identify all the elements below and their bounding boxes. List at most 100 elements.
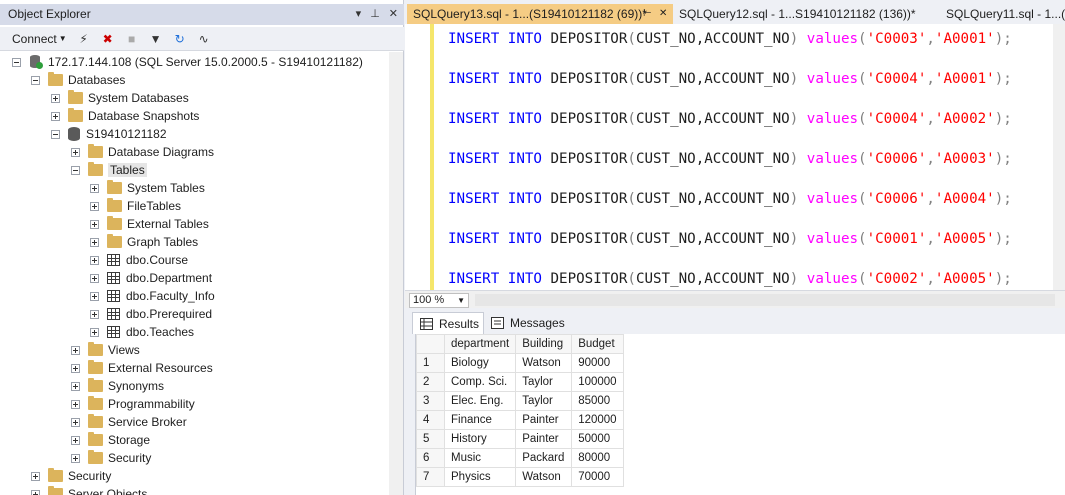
tab-sqlquery11[interactable]: SQLQuery11.sql - 1...(S bbox=[940, 4, 1065, 24]
expand-icon[interactable] bbox=[71, 147, 80, 157]
grid-cell[interactable]: Elec. Eng. bbox=[443, 391, 517, 411]
grid-cell[interactable]: Music bbox=[443, 448, 517, 468]
tree-node-filetables[interactable]: FileTables bbox=[90, 197, 181, 215]
tree-node-database-diagrams[interactable]: Database Diagrams bbox=[71, 143, 214, 161]
table-row[interactable]: 7 Physics Watson 70000 bbox=[416, 467, 625, 487]
expand-icon[interactable] bbox=[71, 453, 80, 463]
tab-results[interactable]: Results bbox=[412, 312, 484, 334]
tree-node-programmability[interactable]: Programmability bbox=[71, 395, 195, 413]
grid-cell[interactable]: Painter bbox=[515, 429, 573, 449]
expand-icon[interactable] bbox=[71, 417, 80, 427]
row-number-cell[interactable]: 5 bbox=[416, 429, 445, 449]
expand-icon[interactable] bbox=[90, 309, 99, 319]
tree-scrollbar[interactable] bbox=[389, 52, 403, 495]
refresh-icon[interactable]: ↻ bbox=[173, 32, 187, 46]
table-row[interactable]: 4 Finance Painter 120000 bbox=[416, 410, 625, 430]
grid-cell[interactable]: Taylor bbox=[515, 391, 573, 411]
row-number-cell[interactable]: 1 bbox=[416, 353, 445, 373]
table-row[interactable]: 6 Music Packard 80000 bbox=[416, 448, 625, 468]
table-row[interactable]: 5 History Painter 50000 bbox=[416, 429, 625, 449]
tree-node-table-department[interactable]: dbo.Department bbox=[90, 269, 212, 287]
tab-messages[interactable]: Messages bbox=[484, 312, 565, 334]
expand-icon[interactable] bbox=[90, 273, 99, 283]
code-editor[interactable]: INSERT INTO DEPOSITOR(CUST_NO,ACCOUNT_NO… bbox=[405, 24, 1065, 290]
grid-cell[interactable]: 80000 bbox=[571, 448, 625, 468]
tree-node-security[interactable]: Security bbox=[31, 467, 111, 485]
code-line[interactable]: INSERT INTO DEPOSITOR(CUST_NO,ACCOUNT_NO… bbox=[448, 230, 1012, 248]
table-row[interactable]: 3 Elec. Eng. Taylor 85000 bbox=[416, 391, 625, 411]
row-number-cell[interactable]: 3 bbox=[416, 391, 445, 411]
collapse-icon[interactable] bbox=[71, 165, 80, 175]
disconnect-icon[interactable]: ✖ bbox=[101, 32, 115, 46]
close-icon[interactable]: ✕ bbox=[389, 4, 398, 25]
grid-cell[interactable]: Watson bbox=[515, 467, 573, 487]
collapse-icon[interactable] bbox=[31, 75, 40, 85]
expand-icon[interactable] bbox=[71, 381, 80, 391]
column-header[interactable]: department bbox=[443, 334, 517, 354]
expand-icon[interactable] bbox=[90, 255, 99, 265]
filter-icon[interactable]: ▼ bbox=[149, 32, 163, 46]
results-grid[interactable]: department Building Budget 1 Biology Watso… bbox=[416, 334, 625, 487]
tree-node-table-teaches[interactable]: dbo.Teaches bbox=[90, 323, 194, 341]
code-line[interactable]: INSERT INTO DEPOSITOR(CUST_NO,ACCOUNT_NO… bbox=[448, 190, 1012, 208]
grid-cell[interactable]: 120000 bbox=[571, 410, 625, 430]
table-row[interactable]: 1 Biology Watson 90000 bbox=[416, 353, 625, 373]
row-number-cell[interactable]: 2 bbox=[416, 372, 445, 392]
tree-node-server-objects[interactable]: Server Objects bbox=[31, 485, 147, 495]
pin-icon[interactable]: ⊥ bbox=[370, 4, 380, 25]
code-line[interactable]: INSERT INTO DEPOSITOR(CUST_NO,ACCOUNT_NO… bbox=[448, 30, 1012, 48]
expand-icon[interactable] bbox=[90, 291, 99, 301]
tree-node-external-resources[interactable]: External Resources bbox=[71, 359, 213, 377]
tree-node-external-tables[interactable]: External Tables bbox=[90, 215, 209, 233]
expand-icon[interactable] bbox=[31, 489, 40, 495]
zoom-dropdown[interactable]: 100 % ▼ bbox=[409, 293, 469, 308]
grid-cell[interactable]: Biology bbox=[443, 353, 517, 373]
tree-node-storage[interactable]: Storage bbox=[71, 431, 150, 449]
tree-node-graph-tables[interactable]: Graph Tables bbox=[90, 233, 198, 251]
tab-sqlquery12[interactable]: SQLQuery12.sql - 1...S19410121182 (136))… bbox=[673, 4, 935, 24]
tree-node-databases[interactable]: Databases bbox=[31, 71, 125, 89]
expand-icon[interactable] bbox=[71, 399, 80, 409]
grid-cell[interactable]: Painter bbox=[515, 410, 573, 430]
editor-scrollbar[interactable] bbox=[1053, 24, 1065, 290]
tree-node-tables[interactable]: Tables bbox=[71, 161, 147, 179]
tree-node-table-faculty-info[interactable]: dbo.Faculty_Info bbox=[90, 287, 215, 305]
grid-cell[interactable]: 85000 bbox=[571, 391, 625, 411]
editor-horizontal-scrollbar[interactable] bbox=[475, 294, 1055, 306]
expand-icon[interactable] bbox=[90, 237, 99, 247]
grid-cell[interactable]: History bbox=[443, 429, 517, 449]
grid-cell[interactable]: Taylor bbox=[515, 372, 573, 392]
dropdown-icon[interactable]: ▾ bbox=[356, 4, 362, 25]
tree-node-db-security[interactable]: Security bbox=[71, 449, 151, 467]
tree-node-database[interactable]: S19410121182 bbox=[51, 125, 167, 143]
table-row[interactable]: 2 Comp. Sci. Taylor 100000 bbox=[416, 372, 625, 392]
expand-icon[interactable] bbox=[71, 345, 80, 355]
tree-node-table-prerequired[interactable]: dbo.Prerequired bbox=[90, 305, 212, 323]
plug-icon[interactable]: ⚡ bbox=[77, 32, 91, 46]
grid-cell[interactable]: 50000 bbox=[571, 429, 625, 449]
tree-node-database-snapshots[interactable]: Database Snapshots bbox=[51, 107, 199, 125]
grid-cell[interactable]: Watson bbox=[515, 353, 573, 373]
expand-icon[interactable] bbox=[51, 93, 60, 103]
tree-node-synonyms[interactable]: Synonyms bbox=[71, 377, 164, 395]
grid-cell[interactable]: 70000 bbox=[571, 467, 625, 487]
row-number-cell[interactable]: 6 bbox=[416, 448, 445, 468]
expand-icon[interactable] bbox=[31, 471, 40, 481]
grid-cell[interactable]: 100000 bbox=[571, 372, 625, 392]
column-header[interactable]: Budget bbox=[571, 334, 625, 354]
expand-icon[interactable] bbox=[90, 327, 99, 337]
tree-node-table-course[interactable]: dbo.Course bbox=[90, 251, 188, 269]
grid-cell[interactable]: 90000 bbox=[571, 353, 625, 373]
column-header[interactable]: Building bbox=[515, 334, 573, 354]
tree-node-system-databases[interactable]: System Databases bbox=[51, 89, 189, 107]
grid-cell[interactable]: Finance bbox=[443, 410, 517, 430]
expand-icon[interactable] bbox=[90, 183, 99, 193]
code-line[interactable]: INSERT INTO DEPOSITOR(CUST_NO,ACCOUNT_NO… bbox=[448, 70, 1012, 88]
code-line[interactable]: INSERT INTO DEPOSITOR(CUST_NO,ACCOUNT_NO… bbox=[448, 270, 1012, 288]
grid-cell[interactable]: Physics bbox=[443, 467, 517, 487]
activity-icon[interactable]: ∿ bbox=[197, 32, 211, 46]
expand-icon[interactable] bbox=[51, 111, 60, 121]
tree-node-service-broker[interactable]: Service Broker bbox=[71, 413, 187, 431]
stop-icon[interactable]: ■ bbox=[125, 32, 139, 46]
row-number-cell[interactable]: 7 bbox=[416, 467, 445, 487]
